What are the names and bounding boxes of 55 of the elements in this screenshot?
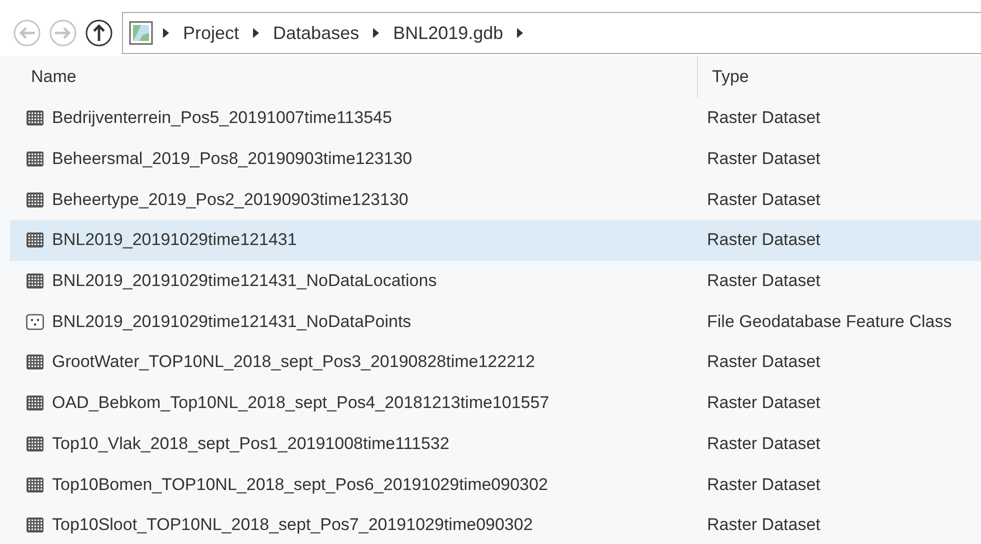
grid-icon bbox=[26, 436, 44, 452]
chevron-icon[interactable] bbox=[163, 28, 169, 38]
file-name: Beheersmal_2019_Pos8_20190903time123130 bbox=[52, 149, 412, 170]
file-name: Top10Bomen_TOP10NL_2018_sept_Pos6_20191029time090302 bbox=[52, 474, 548, 495]
file-type: Raster Dataset bbox=[707, 474, 820, 495]
file-name: Top10_Vlak_2018_sept_Pos1_20191008time111532 bbox=[52, 434, 450, 454]
file-name: Top10Sloot_TOP10NL_2018_sept_Pos7_20191029time090302 bbox=[52, 515, 533, 536]
file-type: Raster Dataset bbox=[707, 190, 820, 210]
file-name: BNL2019_20191029time121431_NoDataPoints bbox=[52, 312, 412, 332]
grid-icon bbox=[26, 110, 44, 126]
grid-icon bbox=[26, 192, 44, 208]
file-type: Raster Dataset bbox=[707, 108, 820, 128]
file-name: OAD_Bebkom_Top10NL_2018_sept_Pos4_20181213time101557 bbox=[52, 393, 550, 414]
breadcrumb-item[interactable]: BNL2019.gdb bbox=[393, 22, 504, 44]
file-type: Raster Dataset bbox=[707, 393, 820, 414]
file-row[interactable]: Top10_Vlak_2018_sept_Pos1_20191008time111532 Raster Dataset bbox=[10, 424, 981, 464]
file-row[interactable]: BNL2019_20191029time121431_NoDataLocations Raster Dataset bbox=[10, 260, 981, 302]
points-icon bbox=[26, 314, 44, 330]
grid-icon bbox=[26, 476, 44, 493]
file-name: BNL2019_20191029time121431_NoDataLocations bbox=[52, 271, 437, 292]
file-type: Raster Dataset bbox=[707, 271, 820, 292]
grid-icon bbox=[26, 232, 44, 248]
grid-icon bbox=[26, 354, 44, 370]
map-icon bbox=[129, 21, 153, 45]
file-row[interactable]: Beheersmal_2019_Pos8_20190903time123130 Raster Dataset bbox=[10, 138, 981, 180]
file-type: Raster Dataset bbox=[707, 352, 820, 372]
file-row[interactable]: Top10Bomen_TOP10NL_2018_sept_Pos6_20191029time090302 Raster Dataset bbox=[10, 464, 981, 505]
file-type: Raster Dataset bbox=[707, 515, 820, 536]
file-row[interactable]: Bedrijventerrein_Pos5_20191007time113545 Raster Dataset bbox=[10, 98, 981, 139]
grid-icon bbox=[26, 273, 44, 290]
file-name: Beheertype_2019_Pos2_20190903time123130 bbox=[52, 190, 408, 210]
column-header[interactable]: Type bbox=[698, 56, 981, 98]
file-row[interactable]: BNL2019_20191029time121431_NoDataPoints File Geodatabase Feature Class bbox=[10, 301, 981, 342]
file-name: BNL2019_20191029time121431 bbox=[52, 230, 297, 250]
file-name: GrootWater_TOP10NL_2018_sept_Pos3_20190828time122212 bbox=[52, 352, 535, 372]
file-type: Raster Dataset bbox=[707, 149, 820, 170]
chevron-icon[interactable] bbox=[253, 28, 260, 38]
file-row[interactable]: Beheertype_2019_Pos2_20190903time123130 Raster Dataset bbox=[10, 179, 981, 220]
file-row[interactable]: BNL2019_20191029time121431 Raster Dataset bbox=[10, 220, 981, 261]
grid-icon bbox=[26, 151, 44, 168]
file-row[interactable]: OAD_Bebkom_Top10NL_2018_sept_Pos4_20181213time101557 Raster Dataset bbox=[10, 382, 981, 424]
file-type: Raster Dataset bbox=[707, 230, 820, 250]
file-type: Raster Dataset bbox=[707, 434, 820, 454]
breadcrumb-item[interactable]: Project bbox=[183, 22, 240, 44]
file-row[interactable]: GrootWater_TOP10NL_2018_sept_Pos3_20190828time122212 Raster Dataset bbox=[10, 342, 981, 383]
column-header[interactable]: Name bbox=[10, 56, 698, 98]
file-row[interactable]: Top10Sloot_TOP10NL_2018_sept_Pos7_20191029time090302 Raster Dataset bbox=[10, 504, 981, 544]
grid-icon bbox=[26, 517, 44, 534]
breadcrumb-item[interactable]: Databases bbox=[273, 22, 360, 44]
file-type: File Geodatabase Feature Class bbox=[707, 312, 952, 332]
file-name: Bedrijventerrein_Pos5_20191007time113545 bbox=[52, 108, 392, 128]
grid-icon bbox=[26, 395, 44, 412]
address-bar[interactable]: Project Databases BNL2019.gdb bbox=[122, 12, 981, 54]
chevron-icon[interactable] bbox=[373, 28, 380, 38]
chevron-icon[interactable] bbox=[517, 28, 524, 38]
